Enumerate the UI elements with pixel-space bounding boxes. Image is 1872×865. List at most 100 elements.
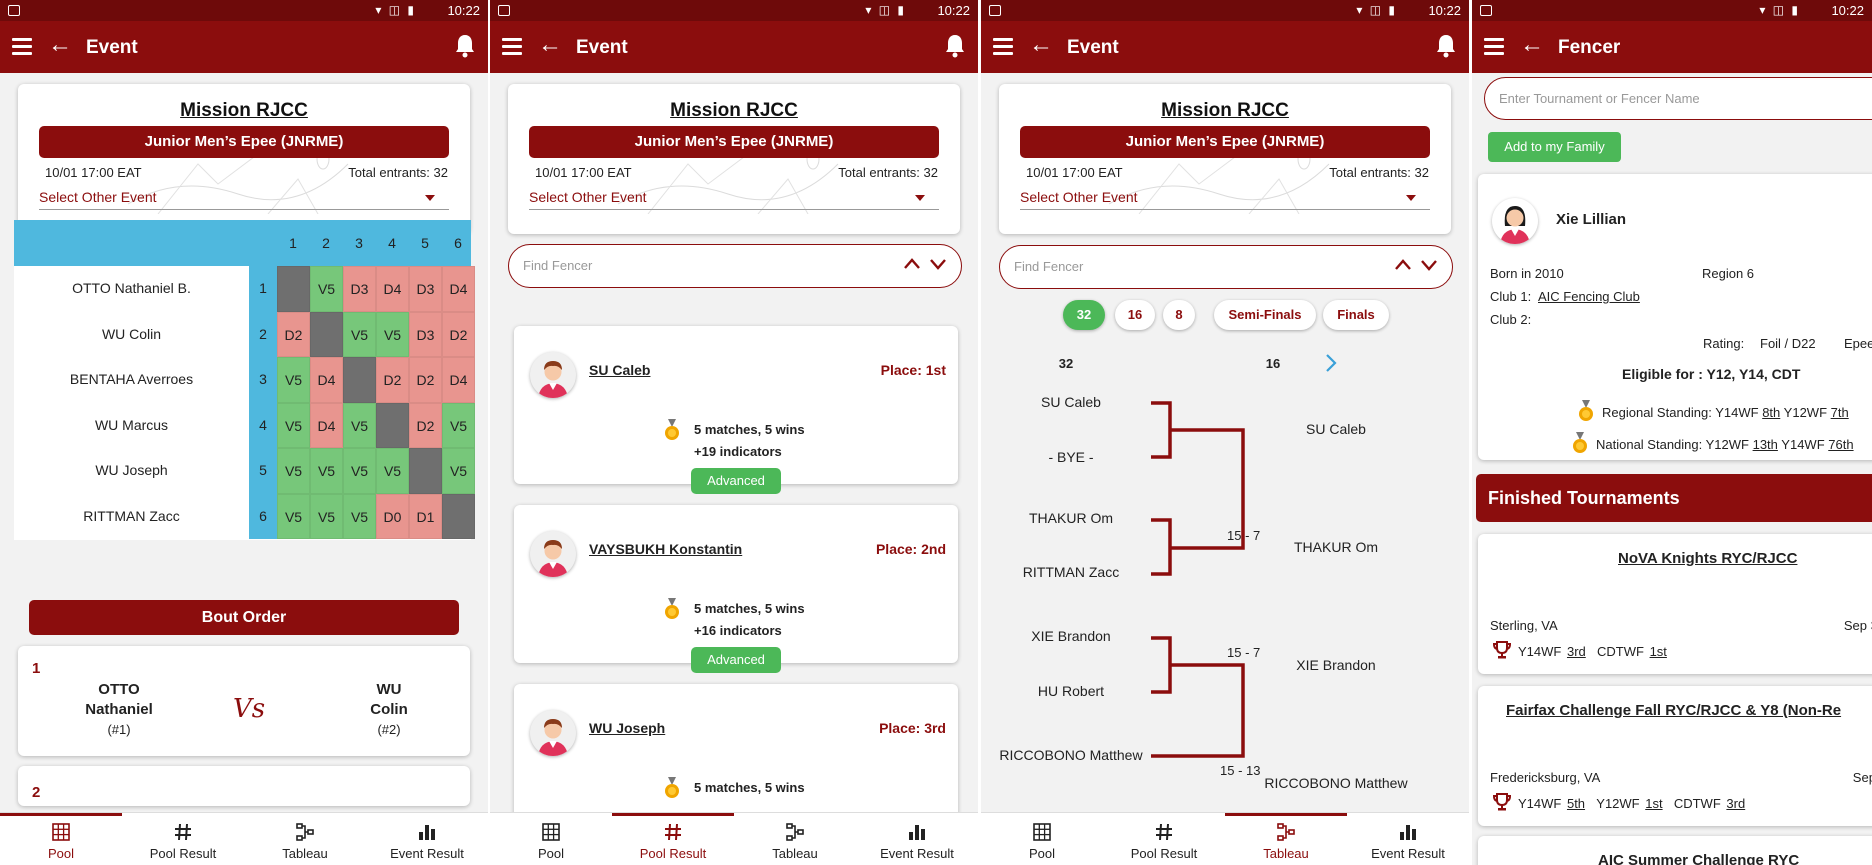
- nav-label: Pool Result: [1130, 846, 1198, 861]
- pool-fencer-name[interactable]: OTTO Nathaniel B.: [14, 266, 249, 312]
- pool-bout-cell: V5: [343, 402, 376, 448]
- pool-bout-cell: D3: [409, 266, 442, 312]
- medal-icon: [664, 598, 680, 620]
- nav-event-result[interactable]: Event Result: [366, 813, 488, 865]
- pool-fencer-name[interactable]: RITTMAN Zacc: [14, 494, 249, 540]
- result-category: Y14WF: [1518, 796, 1562, 811]
- fencer-name-link[interactable]: WU Joseph: [589, 720, 665, 736]
- image-notification-icon: [498, 5, 510, 16]
- search-placeholder: Enter Tournament or Fencer Name: [1499, 91, 1700, 106]
- matches-summary: 5 matches, 5 wins: [694, 422, 805, 437]
- bout-left-fencer: OTTO Nathaniel (#1): [85, 681, 153, 737]
- fencer-name-link[interactable]: SU Caleb: [589, 362, 650, 378]
- event-title[interactable]: Mission RJCC: [508, 100, 960, 122]
- add-to-family-button[interactable]: Add to my Family: [1488, 132, 1621, 162]
- pool-result-card[interactable]: WU Joseph Place: 3rd 5 matches, 5 wins: [514, 684, 958, 812]
- pool-fencer-name[interactable]: BENTAHA Averroes: [14, 357, 249, 403]
- chevron-down-icon: [425, 195, 435, 201]
- bout-number: 1: [32, 660, 41, 677]
- total-entrants: Total entrants: 32: [838, 165, 938, 180]
- medal-icon: [664, 777, 680, 799]
- pool-result-card[interactable]: SU Caleb Place: 1st 5 matches, 5 wins +1…: [514, 326, 958, 494]
- bout-score: 15 - 7: [1227, 528, 1261, 543]
- back-arrow-icon[interactable]: ←: [48, 32, 72, 58]
- nav-pool[interactable]: Pool: [490, 813, 612, 865]
- pool-row-index: 2: [249, 311, 277, 357]
- fencer-screen: ▾ ◫ ▮ 10:22 ← Fencer Enter Tournament or …: [1472, 0, 1872, 865]
- app-bar: ← Fencer: [1472, 21, 1872, 73]
- back-arrow-icon[interactable]: ←: [1520, 32, 1544, 58]
- tournament-name[interactable]: AIC Summer Challenge RYC: [1598, 852, 1799, 865]
- event-date: 10/01 17:00 EAT: [535, 165, 632, 180]
- tournament-card[interactable]: NoVA Knights RYC/RJCC Sterling, VA Sep 30 …: [1478, 534, 1872, 674]
- select-other-event-dropdown[interactable]: Select Other Event: [39, 181, 449, 210]
- tree-icon: [296, 823, 314, 841]
- nav-pool-result[interactable]: Pool Result: [612, 813, 734, 865]
- tree-icon: [786, 823, 804, 841]
- nav-tableau[interactable]: Tableau: [1225, 813, 1347, 865]
- nav-pool[interactable]: Pool: [981, 813, 1103, 865]
- pool-fencer-name[interactable]: WU Joseph: [14, 448, 249, 494]
- tournament-card[interactable]: Fairfax Challenge Fall RYC/RJCC & Y8 (No…: [1478, 686, 1872, 826]
- app-bar: ← Event: [490, 21, 978, 73]
- advanced-badge: Advanced: [691, 647, 781, 673]
- tournament-name[interactable]: NoVA Knights RYC/RJCC: [1618, 550, 1797, 567]
- bout-order-button[interactable]: Bout Order: [29, 600, 459, 635]
- tournament-fencer-search-input[interactable]: Enter Tournament or Fencer Name: [1484, 77, 1872, 120]
- club1-link[interactable]: AIC Fencing Club: [1538, 289, 1640, 304]
- pool-bout-cell: V5: [376, 311, 409, 357]
- menu-icon[interactable]: [502, 38, 522, 55]
- bottom-nav: Pool Pool Result Tableau Event Result: [0, 812, 488, 865]
- nav-label: Pool: [1028, 846, 1056, 861]
- nav-event-result[interactable]: Event Result: [1347, 813, 1469, 865]
- menu-icon[interactable]: [1484, 38, 1504, 55]
- pool-bout-cell: V5: [277, 448, 310, 494]
- back-arrow-icon[interactable]: ←: [538, 32, 562, 58]
- nav-tableau[interactable]: Tableau: [734, 813, 856, 865]
- indicators-summary: +16 indicators: [694, 623, 782, 638]
- chevron-down-icon[interactable]: [929, 255, 947, 273]
- bell-icon[interactable]: [454, 33, 476, 59]
- pool-bout-cell: D4: [376, 266, 409, 312]
- pool-bout-cell: V5: [376, 448, 409, 494]
- nav-pool-result[interactable]: Pool Result: [122, 813, 244, 865]
- event-title[interactable]: Mission RJCC: [18, 100, 470, 122]
- place-label: Place: 2nd: [875, 541, 946, 557]
- hashtag-icon: [1156, 823, 1172, 841]
- select-other-event-dropdown[interactable]: Select Other Event: [529, 181, 939, 210]
- bell-icon[interactable]: [944, 33, 966, 59]
- image-notification-icon: [1480, 5, 1492, 16]
- chevron-down-icon: [915, 195, 925, 201]
- trophy-icon: [1492, 793, 1512, 811]
- bout-number: 2: [32, 784, 41, 801]
- tournament-results: Y14WF 5th Y12WF 1st CDTWF 3rd: [1518, 796, 1745, 811]
- pool-col-header: 1: [289, 235, 297, 251]
- event-card: Mission RJCC Junior Men’s Epee (JNRME) 1…: [508, 84, 960, 234]
- pool-result-card[interactable]: VAYSBUKH Konstantin Place: 2nd 5 matches…: [514, 505, 958, 673]
- pool-bout-cell: D3: [343, 266, 376, 312]
- result-category: Y14WF: [1518, 644, 1562, 659]
- pool-fencer-name[interactable]: WU Colin: [14, 312, 249, 358]
- event-name-band: Junior Men’s Epee (JNRME): [39, 126, 449, 158]
- nav-event-result[interactable]: Event Result: [856, 813, 978, 865]
- nav-pool[interactable]: Pool: [0, 813, 122, 865]
- fencer-name-link[interactable]: VAYSBUKH Konstantin: [589, 541, 742, 557]
- status-icons: ▾ ◫ ▮: [1759, 3, 1800, 17]
- pool-col-header: 6: [454, 235, 462, 251]
- nav-tableau[interactable]: Tableau: [244, 813, 366, 865]
- bar-chart-icon: [1400, 825, 1416, 840]
- pool-col-header: 3: [355, 235, 363, 251]
- nav-pool-result[interactable]: Pool Result: [1103, 813, 1225, 865]
- find-fencer-input[interactable]: Find Fencer: [508, 244, 962, 288]
- result-place: 1st: [1649, 644, 1667, 659]
- pool-bout-cell: V5: [277, 493, 310, 539]
- pool-col-header: 2: [322, 235, 330, 251]
- menu-icon[interactable]: [12, 38, 32, 55]
- pool-bout-cell: V5: [310, 448, 343, 494]
- tournament-name[interactable]: Fairfax Challenge Fall RYC/RJCC & Y8 (No…: [1506, 702, 1841, 719]
- chevron-up-icon[interactable]: [903, 255, 921, 273]
- pool-bout-cell: V5: [442, 448, 475, 494]
- tournament-card[interactable]: AIC Summer Challenge RYC: [1478, 836, 1872, 865]
- pool-fencer-name[interactable]: WU Marcus: [14, 403, 249, 449]
- nav-label: Tableau: [282, 846, 328, 861]
